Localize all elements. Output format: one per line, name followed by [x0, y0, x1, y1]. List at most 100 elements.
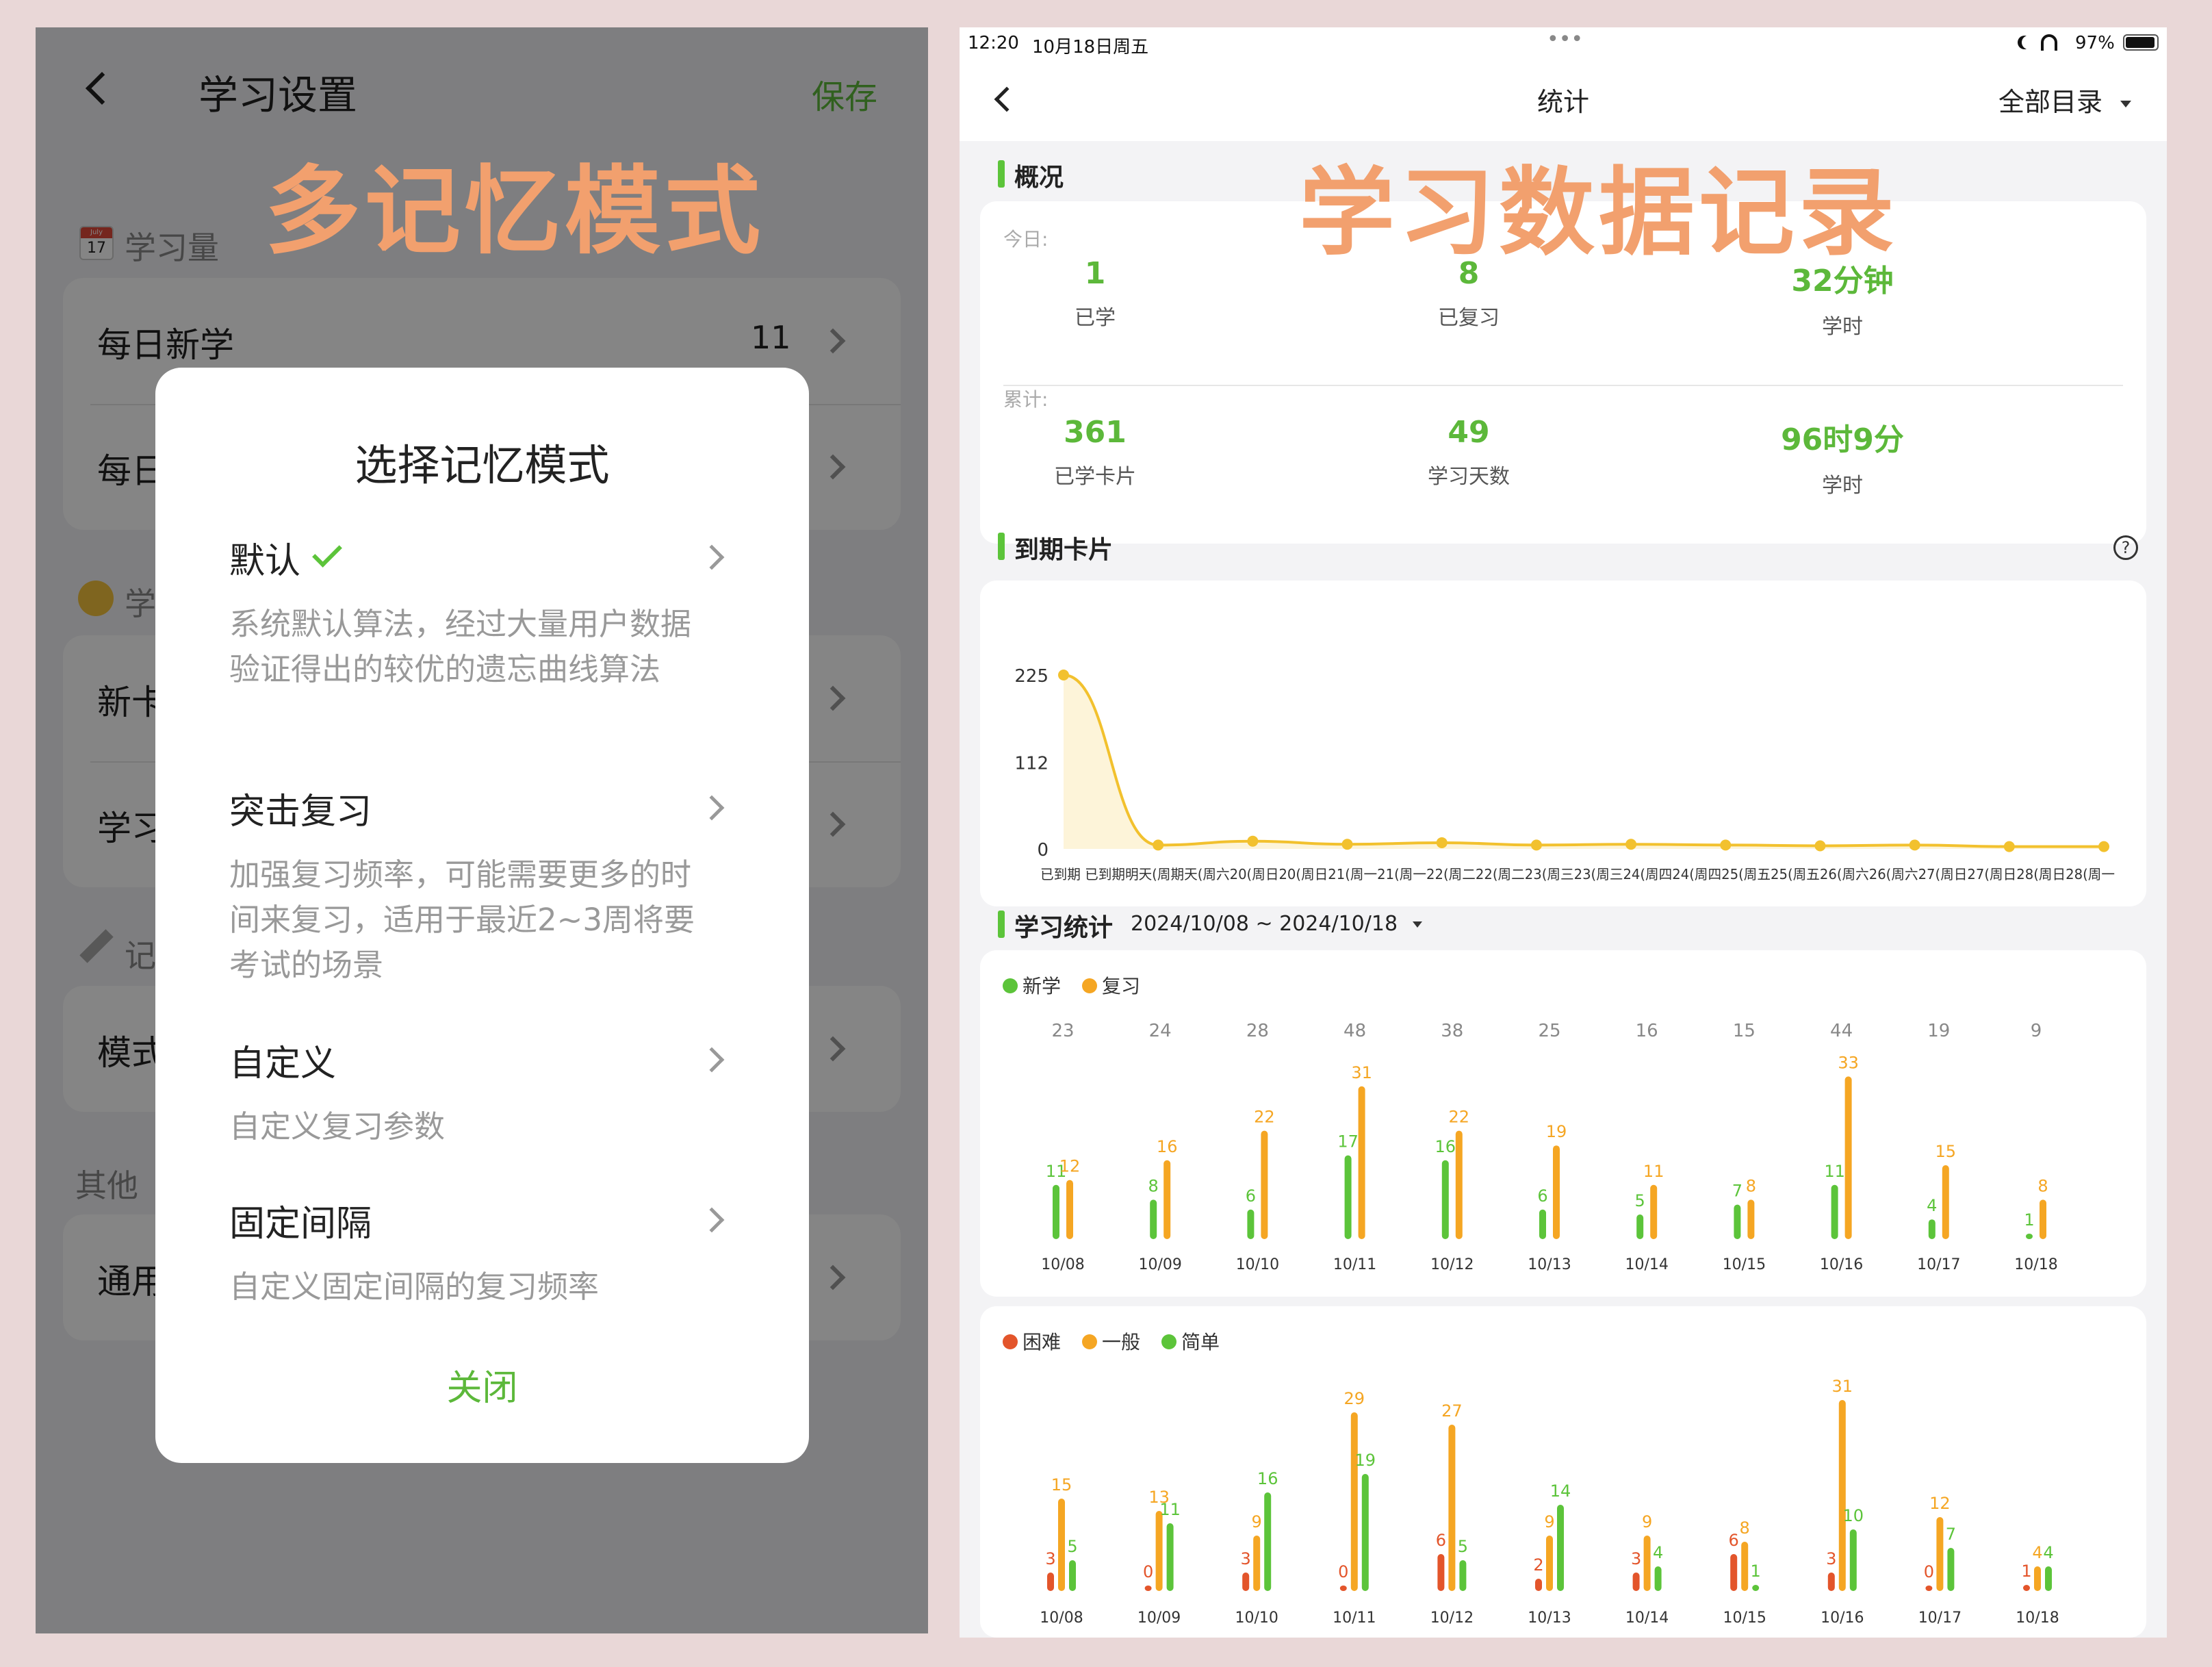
bar-new	[1247, 1209, 1255, 1239]
total-label: 24	[1149, 1021, 1172, 1041]
data-label: 29	[1344, 1389, 1365, 1408]
stat-total-time: 96时9分 学时	[1740, 415, 1945, 498]
legend-label: 简单	[1181, 1331, 1220, 1353]
data-label: 4	[2032, 1543, 2042, 1562]
data-label: 3	[1045, 1549, 1055, 1568]
option-fixed-interval[interactable]: 固定间隔 自定义固定间隔的复习频率	[155, 1188, 809, 1318]
chevron-right-icon	[699, 544, 725, 570]
x-tick-label: 10/16	[1820, 1256, 1863, 1273]
bar-review	[1261, 1130, 1268, 1239]
stat-label: 学习天数	[1428, 465, 1510, 489]
bar-review	[1747, 1199, 1755, 1239]
x-tick-label: 10/16	[1821, 1609, 1864, 1627]
directory-filter[interactable]: 全部目录	[1998, 81, 2132, 118]
section-overview-title: 概况	[998, 157, 1064, 193]
bar-review	[1358, 1086, 1365, 1239]
chevron-right-icon	[699, 1047, 725, 1073]
bar-rating	[1047, 1573, 1054, 1591]
bar-new	[1344, 1155, 1352, 1239]
total-label: 16	[1636, 1021, 1658, 1041]
due-point	[1436, 837, 1448, 848]
data-label: 16	[1257, 1469, 1278, 1488]
bar-rating	[1155, 1511, 1163, 1591]
data-label: 15	[1936, 1142, 1957, 1161]
data-label: 6	[1246, 1186, 1256, 1206]
date-range-text: 2024/10/08 ~ 2024/10/18	[1131, 912, 1398, 936]
x-tick-labels: 已到期 已到期明天(周期天(周六20(周日20(周日21(周一21(周一22(周…	[1040, 866, 2115, 882]
y-tick-label: 0	[1037, 840, 1049, 861]
option-title: 突击复习	[229, 791, 372, 832]
due-line	[1063, 674, 2104, 848]
stat-total-cards: 361 已学卡片	[992, 415, 1198, 489]
bar-rating	[1361, 1474, 1369, 1591]
study-title-text: 学习统计	[1014, 914, 1114, 942]
option-description: 系统默认算法，经过大量用户数据验证得出的较优的遗忘曲线算法	[229, 606, 692, 687]
x-tick-label: 10/08	[1041, 1256, 1084, 1273]
caret-down-icon	[2120, 100, 2132, 107]
stat-value: 361	[1064, 415, 1127, 450]
due-point	[1625, 839, 1637, 850]
bar-rating	[1925, 1586, 1933, 1591]
bar-new	[2026, 1234, 2033, 1239]
data-label: 16	[1157, 1137, 1178, 1156]
option-custom[interactable]: 自定义 自定义复习参数	[155, 1028, 809, 1158]
data-label: 19	[1355, 1451, 1376, 1470]
close-button[interactable]: 关闭	[155, 1359, 809, 1410]
bar-rating	[1437, 1554, 1445, 1591]
legend-marker	[1003, 978, 1018, 993]
bar-new	[1636, 1214, 1644, 1239]
due-point	[2003, 841, 2015, 852]
data-label: 1	[2021, 1562, 2031, 1581]
option-title: 自定义	[229, 1043, 337, 1084]
data-label: 4	[1653, 1543, 1663, 1562]
due-point	[1909, 839, 1920, 851]
overview-title-text: 概况	[1014, 164, 1064, 192]
bar-rating	[1264, 1492, 1272, 1591]
top-bar: 12:20 10月18日周五 ••• 97% 统计 全部目录	[960, 27, 2167, 141]
study-stats-chart: 新学 复习23111210/082481610/092862210/1048173…	[1003, 975, 2058, 1273]
help-icon[interactable]: ?	[2113, 535, 2138, 560]
bar-rating	[1069, 1560, 1076, 1591]
bar-new	[1539, 1209, 1546, 1239]
total-label: 48	[1343, 1021, 1366, 1041]
bar-rating	[1849, 1529, 1857, 1591]
due-title-text: 到期卡片	[1014, 536, 1114, 564]
legend-marker	[1082, 978, 1097, 993]
option-default[interactable]: 默认 系统默认算法，经过大量用户数据验证得出的较优的遗忘曲线算法	[155, 525, 809, 730]
data-label: 3	[1631, 1549, 1641, 1568]
x-tick-label: 10/11	[1333, 1609, 1376, 1627]
section-bar	[998, 911, 1005, 938]
option-title: 固定间隔	[229, 1204, 372, 1245]
bar-rating	[1448, 1425, 1456, 1591]
data-label: 0	[1338, 1562, 1348, 1581]
data-label: 9	[1642, 1512, 1652, 1531]
data-label: 5	[1635, 1191, 1645, 1210]
data-label: 5	[1458, 1537, 1468, 1556]
bar-rating	[1144, 1586, 1152, 1591]
legend-label: 复习	[1102, 975, 1140, 997]
chevron-right-icon	[699, 1207, 725, 1233]
stat-label: 已学	[1075, 306, 1116, 330]
option-cram-review[interactable]: 突击复习 加强复习频率，可能需要更多的时间来复习，适用于最近2~3周将要考试的场…	[155, 776, 809, 995]
data-label: 3	[1241, 1549, 1251, 1568]
study-chart-card: 新学 复习 23 11 12 10/08 24 8 16 10/09 28 6 22 10/10 48 17 3…	[980, 950, 2146, 1297]
legend-marker	[1161, 1334, 1176, 1349]
data-label: 11	[1643, 1162, 1664, 1181]
total-label: 15	[1733, 1021, 1756, 1041]
bar-rating	[1838, 1400, 1846, 1591]
due-point	[2098, 841, 2109, 852]
data-label: 16	[1435, 1137, 1456, 1156]
bar-review	[1066, 1180, 1073, 1239]
x-tick-label: 10/08	[1040, 1609, 1083, 1627]
bar-rating	[1632, 1573, 1640, 1591]
more-dots-icon: •••	[1547, 27, 1584, 51]
date-range-selector[interactable]: 2024/10/08 ~ 2024/10/18	[1131, 912, 1422, 936]
stat-label: 学时	[1822, 474, 1863, 498]
bar-new	[1734, 1204, 1741, 1239]
data-label: 19	[1546, 1122, 1567, 1141]
data-label: 5	[1067, 1537, 1077, 1556]
x-tick-label: 10/12	[1430, 1256, 1474, 1273]
caret-down-icon	[1412, 921, 1422, 928]
data-label: 0	[1143, 1562, 1153, 1581]
data-label: 3	[1826, 1549, 1836, 1568]
